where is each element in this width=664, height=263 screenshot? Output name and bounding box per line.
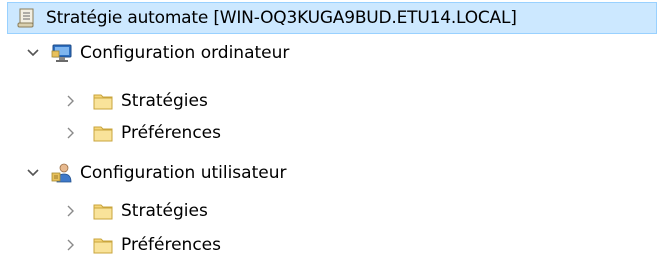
tree-item-label: Stratégies [121, 91, 208, 111]
tree-root-label: Stratégie automate [WIN-OQ3KUGA9BUD.ETU1… [46, 8, 517, 28]
tree-item-user-preferences[interactable]: Préférences [61, 229, 221, 261]
tree-item-label: Configuration ordinateur [80, 43, 290, 63]
tree-item-user-configuration[interactable]: Configuration utilisateur [24, 157, 286, 189]
folder-icon [92, 90, 114, 112]
tree-item-label: Stratégies [121, 201, 208, 221]
folder-icon [92, 234, 114, 256]
tree-view: Stratégie automate [WIN-OQ3KUGA9BUD.ETU1… [0, 0, 664, 263]
policy-scroll-icon [16, 7, 38, 29]
tree-item-computer-configuration[interactable]: Configuration ordinateur [24, 37, 289, 69]
tree-root-item[interactable]: Stratégie automate [WIN-OQ3KUGA9BUD.ETU1… [7, 2, 657, 34]
chevron-right-icon[interactable] [61, 117, 79, 149]
tree-item-label: Préférences [121, 123, 221, 143]
user-config-icon [51, 162, 73, 184]
tree-item-label: Configuration utilisateur [80, 163, 287, 183]
tree-item-computer-preferences[interactable]: Préférences [61, 117, 221, 149]
chevron-down-icon[interactable] [24, 157, 42, 189]
chevron-right-icon[interactable] [61, 229, 79, 261]
tree-item-user-policies[interactable]: Stratégies [61, 195, 208, 227]
chevron-right-icon[interactable] [61, 85, 79, 117]
computer-config-icon [51, 42, 73, 64]
chevron-right-icon[interactable] [61, 195, 79, 227]
tree-item-label: Préférences [121, 235, 221, 255]
folder-icon [92, 122, 114, 144]
chevron-down-icon[interactable] [24, 37, 42, 69]
tree-item-computer-policies[interactable]: Stratégies [61, 85, 208, 117]
folder-icon [92, 200, 114, 222]
